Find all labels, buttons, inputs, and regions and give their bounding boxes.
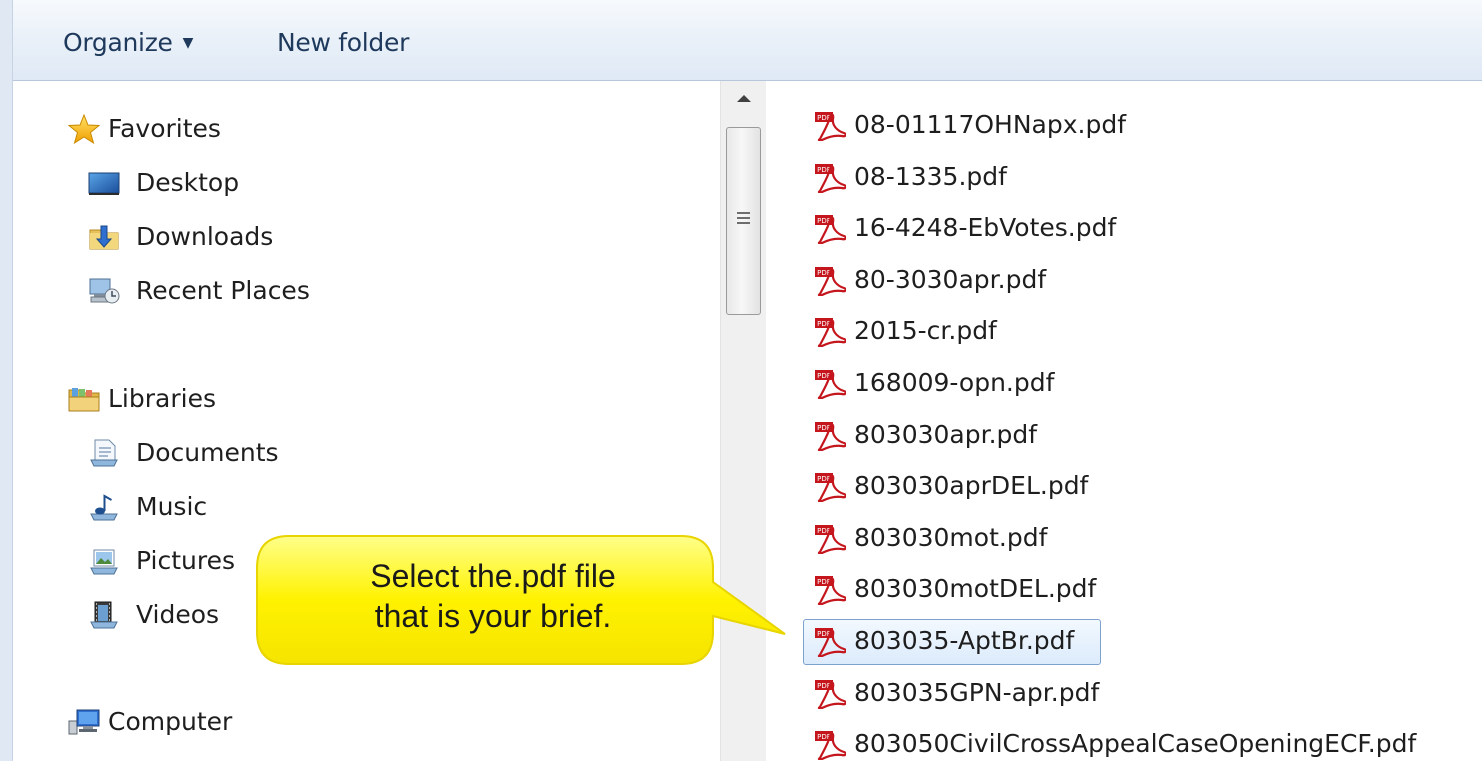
pdf-file-icon: PDF bbox=[815, 370, 846, 399]
scroll-up-arrow-icon[interactable] bbox=[721, 81, 766, 119]
file-name: 08-01117OHNapx.pdf bbox=[854, 110, 1127, 139]
recent-places-icon bbox=[89, 278, 120, 304]
pdf-file-icon: PDF bbox=[815, 525, 846, 554]
command-bar: Organize ▼ New folder bbox=[13, 0, 1482, 81]
pdf-file-icon: PDF bbox=[815, 422, 846, 451]
file-name: 803035GPN-apr.pdf bbox=[854, 678, 1100, 707]
nav-item-label: Music bbox=[136, 492, 208, 521]
pdf-file-icon: PDF bbox=[815, 267, 846, 296]
file-name: 803030motDEL.pdf bbox=[854, 574, 1097, 603]
pdf-file-icon: PDF bbox=[815, 576, 846, 605]
pdf-file-icon: PDF bbox=[815, 731, 846, 760]
file-name: 803030mot.pdf bbox=[854, 523, 1048, 552]
nav-item-label: Pictures bbox=[136, 546, 235, 575]
nav-item-label: Desktop bbox=[136, 168, 240, 197]
pdf-file-icon: PDF bbox=[815, 680, 846, 709]
organize-button[interactable]: Organize ▼ bbox=[63, 26, 193, 60]
scroll-thumb[interactable] bbox=[726, 127, 761, 315]
pictures-icon bbox=[90, 549, 118, 575]
nav-item-label: Documents bbox=[136, 438, 279, 467]
nav-computer-label: Computer bbox=[108, 707, 233, 736]
pdf-file-icon: PDF bbox=[815, 318, 846, 347]
callout-line-1: Select the.pdf file bbox=[370, 558, 616, 594]
callout-text: Select the.pdf file that is your brief. bbox=[273, 556, 713, 636]
callout-line-2: that is your brief. bbox=[374, 598, 612, 634]
file-name: 168009-opn.pdf bbox=[854, 368, 1055, 397]
documents-icon bbox=[90, 439, 118, 467]
new-folder-button[interactable]: New folder bbox=[277, 26, 409, 60]
file-name: 08-1335.pdf bbox=[854, 162, 1007, 191]
file-name: 803030apr.pdf bbox=[854, 420, 1038, 449]
pdf-file-icon: PDF bbox=[815, 628, 846, 657]
grip-icon bbox=[737, 212, 750, 226]
window-border bbox=[0, 0, 12, 761]
file-name: 803050CivilCrossAppealCaseOpeningECF.pdf bbox=[854, 729, 1417, 758]
music-icon bbox=[90, 494, 118, 521]
file-name: 803030aprDEL.pdf bbox=[854, 471, 1089, 500]
nav-favorites-label: Favorites bbox=[108, 114, 221, 143]
file-list: PDF 08-01117OHNapx.pdf PDF 08-1335.pdf PDF 16… bbox=[766, 81, 1482, 761]
dropdown-arrow-icon: ▼ bbox=[182, 35, 194, 51]
file-name: 2015-cr.pdf bbox=[854, 316, 997, 345]
organize-label: Organize bbox=[63, 28, 173, 57]
file-row-selected[interactable]: PDF 803035-AptBr.pdf bbox=[803, 619, 1101, 665]
pdf-file-icon: PDF bbox=[815, 112, 846, 141]
pdf-file-icon: PDF bbox=[815, 215, 846, 244]
file-name: 803035-AptBr.pdf bbox=[854, 626, 1075, 655]
pdf-file-icon: PDF bbox=[815, 473, 846, 502]
computer-icon bbox=[68, 709, 100, 735]
videos-icon bbox=[90, 601, 118, 629]
libraries-icon bbox=[68, 388, 100, 412]
nav-libraries-label: Libraries bbox=[108, 384, 216, 413]
nav-item-label: Recent Places bbox=[136, 276, 310, 305]
nav-item-label: Videos bbox=[136, 600, 220, 629]
downloads-folder-icon bbox=[89, 225, 119, 250]
desktop-icon bbox=[88, 172, 120, 195]
pdf-file-icon: PDF bbox=[815, 164, 846, 193]
file-name: 16-4248-EbVotes.pdf bbox=[854, 213, 1117, 242]
file-dialog: Organize ▼ New folder Favorites Desktop bbox=[0, 0, 1482, 761]
star-icon bbox=[68, 114, 100, 144]
instruction-callout: Select the.pdf file that is your brief. bbox=[255, 534, 795, 674]
nav-item-label: Downloads bbox=[136, 222, 274, 251]
file-name: 80-3030apr.pdf bbox=[854, 265, 1047, 294]
